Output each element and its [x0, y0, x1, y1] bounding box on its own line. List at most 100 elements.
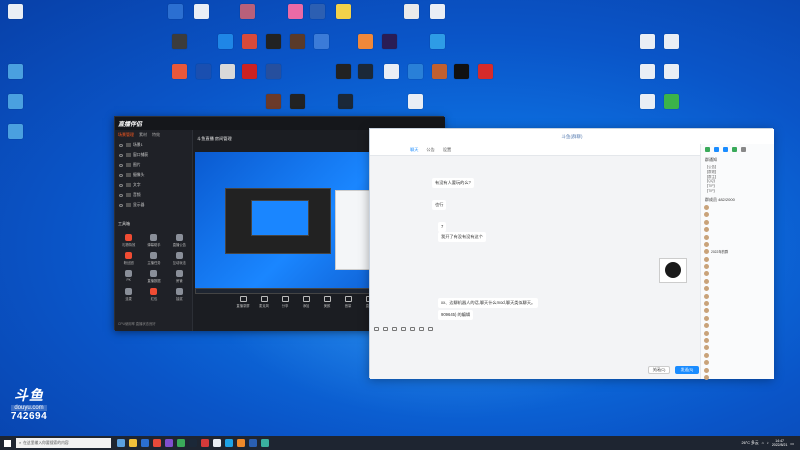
member-item[interactable]	[701, 300, 774, 307]
tool-item[interactable]: 礼物特效	[116, 234, 141, 247]
gif-icon[interactable]	[383, 327, 388, 331]
taskbar-app-icon[interactable]	[189, 439, 197, 447]
taskbar-app-icon[interactable]	[153, 439, 161, 447]
member-item[interactable]	[701, 307, 774, 314]
tool-item[interactable]: 红包	[141, 288, 166, 301]
desktop-shortcut[interactable]	[400, 4, 422, 20]
close-button[interactable]: 关闭(C)	[648, 366, 670, 374]
send-button[interactable]: 发送(S)	[675, 366, 699, 374]
desktop-shortcut[interactable]	[262, 34, 284, 50]
eye-icon[interactable]	[119, 163, 123, 167]
taskbar-app-icon[interactable]	[249, 439, 257, 447]
taskbar-app-icon[interactable]	[213, 439, 221, 447]
desktop-shortcut[interactable]	[380, 64, 402, 80]
member-item[interactable]: 2022年的群	[701, 248, 774, 255]
tool-item[interactable]: 连麦	[116, 288, 141, 301]
chat-tab[interactable]: 设置	[443, 147, 451, 153]
desktop-shortcut[interactable]	[262, 94, 284, 110]
desktop-shortcut[interactable]	[404, 94, 426, 110]
member-item[interactable]	[701, 285, 774, 292]
notification-icon[interactable]: ▭	[790, 441, 794, 446]
desktop-shortcut[interactable]	[426, 34, 448, 50]
tool-item[interactable]: 主播任务	[141, 252, 166, 265]
desktop-shortcut[interactable]	[426, 4, 448, 20]
scene-item[interactable]: 音频	[115, 190, 192, 200]
video-icon[interactable]	[714, 147, 719, 152]
member-item[interactable]	[701, 337, 774, 344]
desktop-shortcut[interactable]	[354, 34, 376, 50]
desktop-shortcut[interactable]	[636, 64, 658, 80]
more-icon[interactable]	[428, 327, 433, 331]
taskbar-app-icon[interactable]	[165, 439, 173, 447]
member-item[interactable]	[701, 263, 774, 270]
emoji-icon[interactable]	[374, 327, 379, 331]
scene-item[interactable]: 窗口捕获	[115, 150, 192, 160]
control-button[interactable]: 直播录屏	[234, 296, 252, 308]
chat-titlebar[interactable]: 斗鱼(群聊)	[370, 129, 774, 144]
desktop-shortcut[interactable]	[450, 64, 472, 80]
tool-item[interactable]: 弹幕助手	[141, 234, 166, 247]
desktop-shortcut[interactable]	[660, 64, 682, 80]
scene-item[interactable]: 场景1	[115, 140, 192, 150]
start-button[interactable]	[0, 436, 14, 450]
member-item[interactable]	[701, 315, 774, 322]
taskbar-app-icon[interactable]	[225, 439, 233, 447]
tool-item[interactable]: 直播数据	[141, 270, 166, 283]
desktop-shortcut[interactable]	[168, 34, 190, 50]
member-item[interactable]	[701, 211, 774, 218]
desktop-shortcut[interactable]	[4, 64, 26, 80]
member-item[interactable]	[701, 374, 774, 381]
desktop-shortcut[interactable]	[164, 4, 186, 20]
scissors-icon[interactable]	[392, 327, 397, 331]
member-item[interactable]	[701, 256, 774, 263]
desktop-shortcut[interactable]	[4, 94, 26, 110]
desktop-shortcut[interactable]	[354, 64, 376, 80]
desktop-shortcut[interactable]	[286, 34, 308, 50]
network-icon[interactable]: ⌂	[762, 441, 764, 445]
desktop-shortcut[interactable]	[216, 64, 238, 80]
taskbar-app-icon[interactable]	[117, 439, 125, 447]
member-item[interactable]	[701, 226, 774, 233]
control-button[interactable]: 分享	[276, 296, 294, 308]
member-item[interactable]	[701, 270, 774, 277]
desktop-shortcut[interactable]	[310, 34, 332, 50]
chat-tab[interactable]: 公告	[426, 147, 434, 153]
scene-tab[interactable]: 场景管理	[118, 132, 134, 138]
member-item[interactable]	[701, 204, 774, 211]
member-list[interactable]: 2022年的群	[701, 204, 774, 381]
eye-icon[interactable]	[119, 203, 123, 207]
volume-icon[interactable]: ♪	[767, 441, 769, 445]
scene-item[interactable]: 显示器	[115, 200, 192, 210]
tool-item[interactable]: PK	[116, 270, 141, 283]
eye-icon[interactable]	[119, 173, 123, 177]
desktop-shortcut[interactable]	[4, 124, 26, 140]
desktop-shortcut[interactable]	[332, 64, 354, 80]
desktop-shortcut[interactable]	[190, 4, 212, 20]
scene-item[interactable]: 文字	[115, 180, 192, 190]
desktop-shortcut[interactable]	[214, 34, 236, 50]
image-icon[interactable]	[410, 327, 415, 331]
message-list[interactable]: 有没有人要玩的么? 也行 7 我开了有没有没有这个 xx、边聊机器人的话,聊天什…	[370, 156, 700, 324]
taskbar-search[interactable]: ⌕ 在这里输入你要搜索的内容	[16, 438, 111, 448]
desktop-shortcut[interactable]	[404, 64, 426, 80]
tool-item[interactable]: 抽奖	[167, 288, 192, 301]
desktop-shortcut[interactable]	[306, 4, 328, 20]
meme-image[interactable]	[659, 258, 687, 283]
desktop-shortcut[interactable]	[428, 64, 450, 80]
member-item[interactable]	[701, 292, 774, 299]
desktop-shortcut[interactable]	[192, 64, 214, 80]
tool-item[interactable]: 粉丝团	[116, 252, 141, 265]
desktop-shortcut[interactable]	[284, 4, 306, 20]
desktop-shortcut[interactable]	[660, 94, 682, 110]
taskbar-app-icon[interactable]	[261, 439, 269, 447]
eye-icon[interactable]	[119, 153, 123, 157]
scene-tab[interactable]: 素材	[139, 132, 147, 138]
eye-icon[interactable]	[119, 193, 123, 197]
desktop-shortcut[interactable]	[262, 64, 284, 80]
desktop-shortcut[interactable]	[660, 34, 682, 50]
desktop-shortcut[interactable]	[332, 4, 354, 20]
scene-item[interactable]: 摄像头	[115, 170, 192, 180]
desktop-shortcut[interactable]	[238, 34, 260, 50]
taskbar-app-icon[interactable]	[201, 439, 209, 447]
weather-text[interactable]: 26°C 多云	[741, 441, 758, 446]
